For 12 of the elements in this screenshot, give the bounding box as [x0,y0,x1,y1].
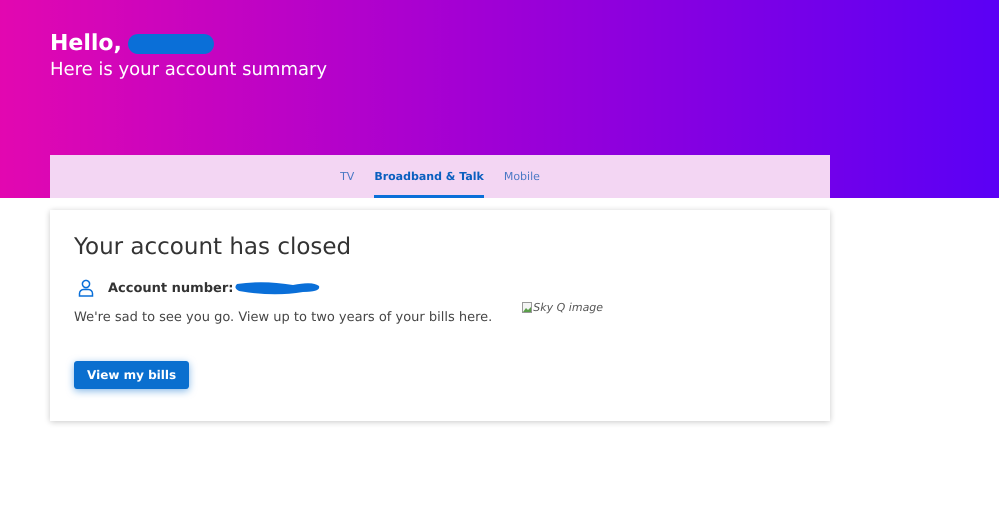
tab[interactable]: Mobile [504,155,540,198]
tab[interactable]: Broadband & Talk [374,155,484,198]
image-alt-text: Sky Q image [533,300,604,314]
greeting: Hello, [50,30,122,58]
subtitle: Here is your account summary [50,58,328,82]
view-bills-button[interactable]: View my bills [74,361,190,389]
tab[interactable]: TV [340,155,354,198]
message-text: We're sad to see you go. View up to two years of your bills here. [74,310,492,325]
broken-image-icon [522,302,532,312]
person-icon [78,279,94,297]
card-title: Your account has closed [74,233,352,262]
account-number-label: Account number: [108,280,234,296]
